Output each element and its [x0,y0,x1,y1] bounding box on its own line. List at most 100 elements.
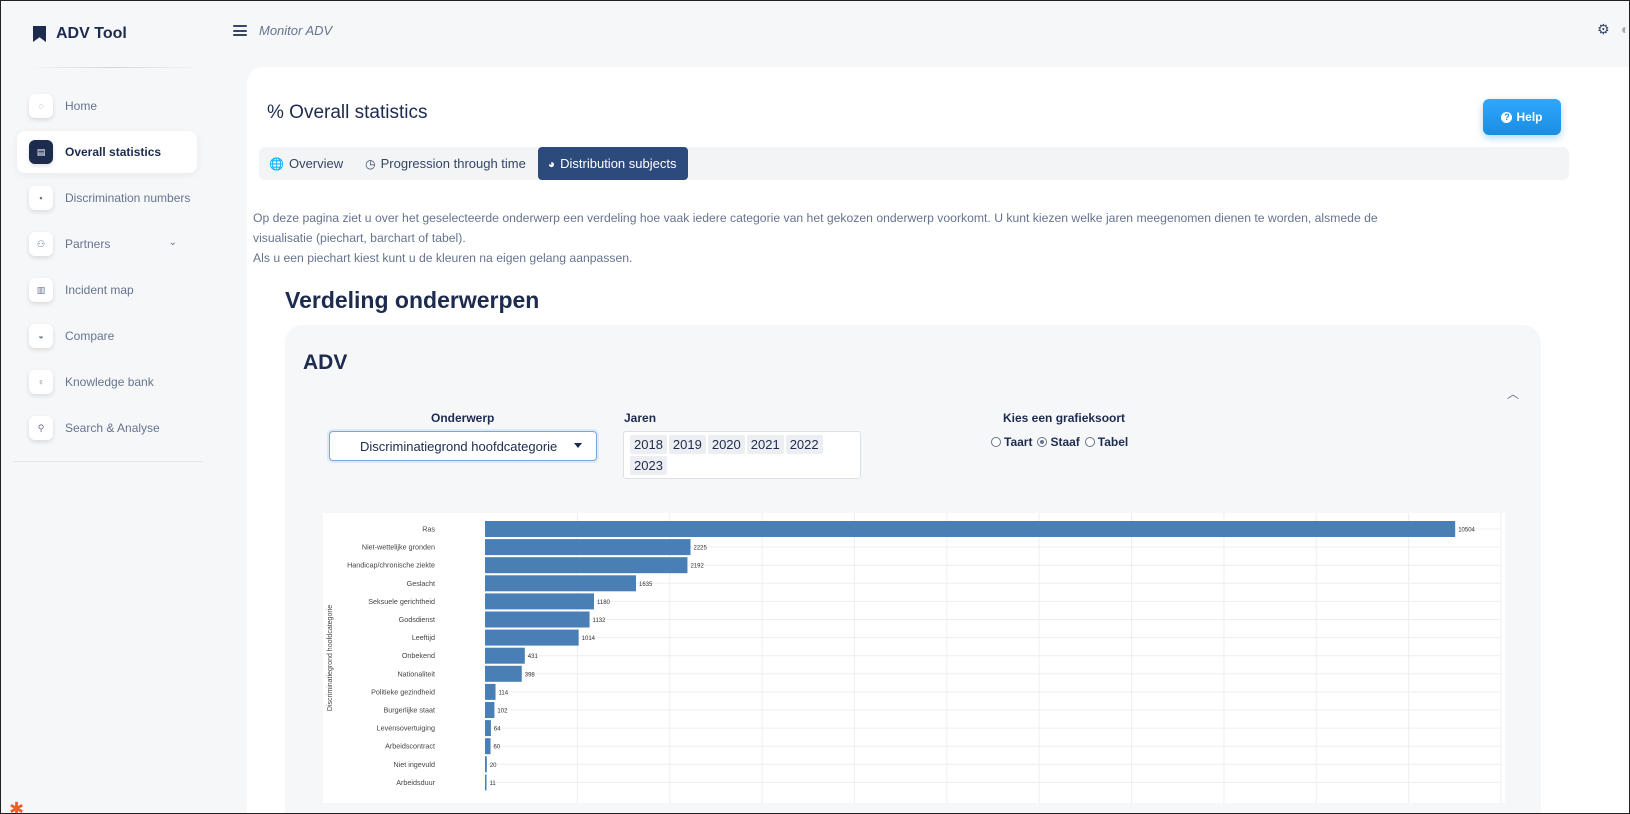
value-label: 60 [494,745,501,751]
subject-label: Onderwerp [431,411,495,425]
value-label: 114 [499,690,509,696]
intro-line-3: Als u een piechart kiest kunt u de kleur… [253,251,633,265]
brand[interactable]: ADV Tool [33,25,127,43]
bar-geslacht [485,575,637,592]
sidebar-item-label: Overall statistics [65,145,162,159]
sidebar-item-label: Search & Analyse [65,421,160,435]
chevron-down-icon[interactable]: ⌄ [169,237,177,248]
value-label: 2225 [694,546,708,552]
category-label: Handicap/chronische ziekte [347,561,435,570]
menu-toggle-icon[interactable] [233,25,247,36]
tab-overview[interactable]: 🌐 Overview [259,147,355,180]
value-label: 64 [494,727,501,733]
clock-icon: ◷ [365,156,376,171]
app-title: ADV Tool [56,25,127,42]
category-label: Niet ingevuld [393,760,435,769]
bar-onbekend [485,647,525,664]
year-chip-2020[interactable]: 2020 [707,435,745,454]
corner-logo-icon: ✱ [9,799,25,814]
sidebar-item-home[interactable]: ◌ Home [17,85,197,127]
intro-text: Op deze pagina ziet u over het geselecte… [253,208,1563,268]
category-label: Levensovertuiging [377,724,435,733]
bar-levensovertuiging [485,720,491,737]
radio-circle[interactable] [991,437,1001,447]
bulb-icon: ♀ [29,370,53,394]
value-label: 1014 [582,636,596,642]
account-icon[interactable]: ◐ [1621,21,1629,37]
category-label: Nationaliteit [397,669,435,678]
help-button[interactable]: ? Help [1483,99,1561,135]
bar-arbeidsduur [485,774,487,791]
map-icon: ▥ [29,278,53,302]
value-label: 1132 [593,618,607,624]
year-chip-2018[interactable]: 2018 [630,435,667,454]
year-chip-2019[interactable]: 2019 [668,435,706,454]
sidebar-item-label: Partners [65,237,111,251]
category-label: Arbeidscontract [385,742,435,751]
intro-line-2: visualisatie (piechart, barchart of tabe… [253,231,466,245]
radio-label: Taart [1004,435,1033,449]
sidebar-item-label: Home [65,99,98,113]
section-title: Verdeling onderwerpen [285,287,540,313]
settings-gear-icon[interactable]: ⚙ [1597,21,1610,38]
category-label: Burgerlijke staat [383,706,435,715]
tab-distribution-subjects[interactable]: ◕ Distribution subjects [537,147,689,180]
sidebar-item-label: Compare [65,329,115,343]
sidebar-item-incident-map[interactable]: ▥ Incident map [17,269,197,311]
bar-burgerlijke-staat [485,702,495,718]
radio-circle[interactable] [1037,437,1048,447]
radio-taart[interactable]: Taart [991,435,1032,449]
bar-niet-ingevuld [485,756,487,773]
adv-panel: ADV ︿ Onderwerp Discriminatiegrond hoofd… [285,325,1541,813]
tab-label: Overview [288,156,344,171]
sidebar-item-compare[interactable]: ◒ Compare [17,315,197,357]
collapse-chevron-icon[interactable]: ︿ [1507,385,1519,402]
category-label: Niet-wettelijke gronden [362,543,435,552]
years-label: Jaren [624,411,657,425]
sidebar-item-knowledge-bank[interactable]: ♀ Knowledge bank [17,361,197,403]
panel-title: ADV [303,351,348,374]
radio-staaf[interactable]: Staaf [1037,435,1080,449]
bar-handicap-chronische-ziekte [485,557,688,574]
subject-select[interactable]: Discriminatiegrond hoofdcategorie [329,431,597,461]
subject-select-value: Discriminatiegrond hoofdcategorie [360,438,558,454]
year-chip-2022[interactable]: 2022 [785,435,823,454]
value-label: 398 [525,672,536,678]
bar-leeftijd [485,629,579,646]
category-label: Geslacht [407,579,435,588]
radio-circle[interactable] [1084,437,1095,447]
sidebar: ADV Tool ◌ Home ▤ Overall statistics ▪ Discri… [1,1,211,813]
category-label: Seksuele gerichtheid [368,597,435,606]
tab-label: Progression through time [380,156,526,171]
bar-politieke-gezindheid [485,683,496,700]
category-label: Arbeidsduur [396,778,435,787]
sidebar-item-discrimination-numbers[interactable]: ▪ Discrimination numbers [17,177,197,219]
bar-chart: Discriminatiegrond hoofdcategorie Ras 1050… [327,513,1502,803]
sidebar-item-partners[interactable]: ⚇ Partners ⌄ [17,223,197,265]
years-multiselect[interactable]: 2018 2019 2020 2021 2022 2023 [623,431,861,479]
tab-bar: 🌐 Overview ◷ Progression through time ◕ Distr… [259,147,1569,180]
search-icon: ⚲ [29,416,53,440]
year-chip-2023[interactable]: 2023 [630,456,667,475]
sidebar-item-label: Incident map [65,283,134,297]
sidebar-item-overall-statistics[interactable]: ▤ Overall statistics [17,131,197,173]
value-label: 11 [490,781,497,787]
year-chip-2021[interactable]: 2021 [746,435,784,454]
category-label: Onbekend [402,651,435,660]
sidebar-item-label: Knowledge bank [65,375,154,389]
page-title: % Overall statistics [267,102,428,123]
sidebar-item-search-analyse[interactable]: ⚲ Search & Analyse [17,407,197,449]
tab-progression-through-time[interactable]: ◷ Progression through time [355,147,538,180]
sidebar-item-label: Discrimination numbers [65,191,191,205]
home-icon: ◌ [29,94,53,118]
value-label: 102 [497,709,508,715]
bar-niet-wettelijke-gronden [485,539,691,556]
compare-icon: ◒ [29,324,53,348]
partners-icon: ⚇ [29,232,53,256]
help-label: Help [1516,110,1543,124]
sidebar-divider [25,67,201,68]
stats-icon: ▤ [29,140,53,164]
chart-type-label: Kies een grafieksoort [1003,411,1126,425]
radio-label: Tabel [1097,435,1129,449]
radio-tabel[interactable]: Tabel [1084,435,1129,449]
